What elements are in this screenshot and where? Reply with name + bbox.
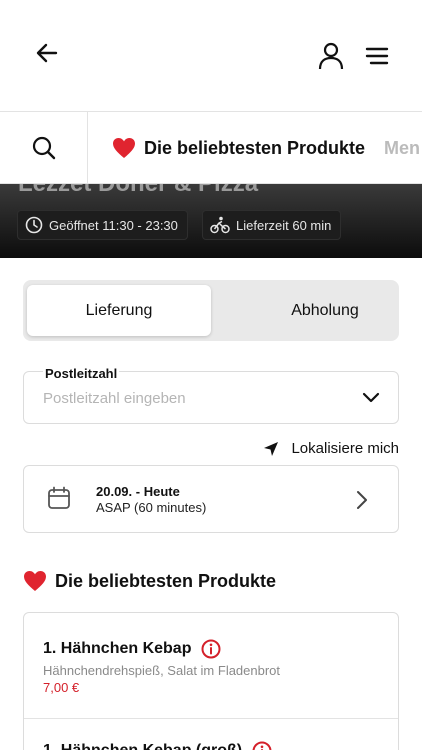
product-name-row: 1. Hähnchen Kebap (43, 639, 221, 659)
info-icon[interactable] (252, 741, 272, 750)
section-title-popular: Die beliebtesten Produkte (23, 570, 276, 592)
restaurant-name: Lezzet Döner & Pizza (18, 184, 258, 198)
delivery-time-badge: Lieferzeit 60 min (202, 210, 342, 240)
location-arrow-icon (264, 441, 279, 456)
top-bar (0, 0, 422, 112)
info-icon[interactable] (201, 639, 221, 659)
clock-icon (25, 216, 43, 234)
category-bar: Die beliebtesten Produkte Men (0, 112, 422, 184)
product-name: 1. Hähnchen Kebap (43, 640, 192, 657)
product-item[interactable]: 1. Hähnchen Kebap (groß) (24, 718, 398, 750)
category-tab-label: Die beliebtesten Produkte (144, 137, 366, 158)
product-item[interactable]: 1. Hähnchen Kebap Hähnchendrehspieß, Sal… (24, 613, 398, 718)
chevron-down-icon (362, 392, 380, 403)
search-icon (32, 136, 55, 160)
restaurant-hero: Lezzet Döner & Pizza Geöffnet 11:30 - 23… (0, 184, 422, 258)
heart-icon (24, 571, 46, 591)
back-button[interactable] (34, 40, 62, 66)
category-tab-label: Men (384, 137, 420, 158)
bicycle-courier-icon (210, 216, 230, 234)
delivery-option[interactable]: Lieferung (27, 285, 211, 336)
heart-icon (113, 138, 135, 158)
product-list: 1. Hähnchen Kebap Hähnchendrehspieß, Sal… (23, 612, 399, 750)
section-title-text: Die beliebtesten Produkte (55, 570, 277, 591)
category-tab-next[interactable]: Men (384, 112, 420, 183)
arrow-left-icon (36, 43, 58, 63)
opening-hours-text: Geöffnet 11:30 - 23:30 (49, 217, 178, 233)
category-tab-popular[interactable]: Die beliebtesten Produkte (112, 112, 366, 183)
pickup-option[interactable]: Abholung (233, 285, 417, 336)
locate-me-label: Lokalisiere mich (291, 440, 399, 457)
calendar-icon (48, 486, 70, 509)
product-name: 1. Hähnchen Kebap (groß) (43, 742, 242, 750)
category-search-button[interactable] (0, 112, 88, 183)
account-button[interactable] (318, 42, 344, 70)
hamburger-menu-icon (365, 47, 389, 65)
product-description: Hähnchendrehspieß, Salat im Fladenbrot (43, 663, 281, 678)
product-name-row: 1. Hähnchen Kebap (groß) (43, 741, 272, 750)
locate-me-button[interactable]: Lokalisiere mich (263, 440, 399, 457)
delivery-time-selector[interactable]: 20.09. - Heute ASAP (60 minutes) (23, 465, 399, 533)
delivery-time-text: Lieferzeit 60 min (236, 217, 332, 233)
order-type-toggle: Lieferung Abholung (23, 280, 399, 341)
delivery-time-estimate: ASAP (60 minutes) (96, 500, 207, 515)
postal-code-input[interactable] (43, 390, 343, 407)
opening-hours-badge: Geöffnet 11:30 - 23:30 (17, 210, 188, 240)
delivery-date: 20.09. - Heute (96, 484, 180, 499)
menu-button[interactable] (364, 44, 390, 68)
postal-code-label: Postleitzahl (43, 366, 120, 381)
product-price: 7,00 € (43, 680, 80, 695)
user-icon (318, 42, 344, 70)
chevron-right-icon (357, 491, 367, 509)
